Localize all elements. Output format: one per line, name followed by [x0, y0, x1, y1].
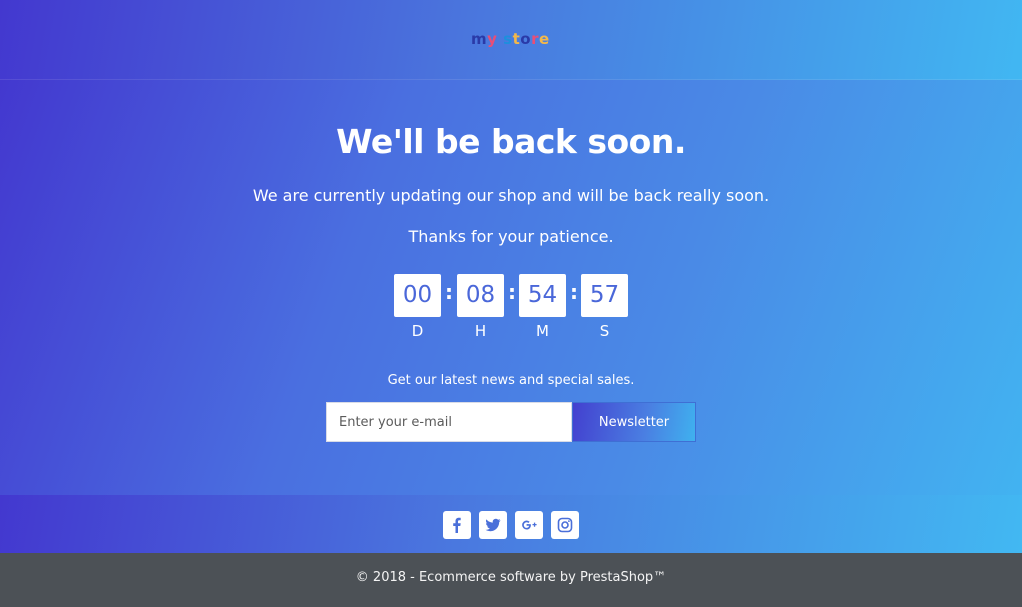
instagram-link[interactable]: [551, 511, 579, 539]
countdown-separator: :: [445, 280, 453, 304]
footer: © 2018 - Ecommerce software by PrestaSho…: [0, 553, 1022, 607]
logo-letter: y: [487, 30, 498, 48]
copyright-text: © 2018 - Ecommerce software by PrestaSho…: [355, 570, 667, 585]
countdown-hours-label: H: [474, 322, 487, 340]
page-title: We'll be back soon.: [336, 122, 686, 161]
facebook-link[interactable]: [443, 511, 471, 539]
header: my store: [0, 0, 1022, 80]
countdown-separator: :: [508, 280, 516, 304]
store-logo[interactable]: my store: [471, 29, 550, 49]
facebook-icon: [453, 517, 461, 533]
google-plus-link[interactable]: [515, 511, 543, 539]
twitter-icon: [485, 518, 501, 532]
newsletter-button[interactable]: Newsletter: [572, 402, 696, 442]
countdown-minutes: 54 M: [519, 274, 566, 340]
countdown-days-label: D: [411, 322, 424, 340]
countdown-seconds: 57 S: [581, 274, 628, 340]
countdown: 00 D : 08 H : 54 M : 57 S: [394, 274, 634, 344]
countdown-days-value: 00: [394, 274, 441, 317]
logo-letter: o: [520, 30, 532, 48]
countdown-minutes-label: M: [536, 322, 549, 340]
maintenance-main: We'll be back soon. We are currently upd…: [0, 80, 1022, 495]
countdown-days: 00 D: [394, 274, 441, 340]
logo-letter: r: [531, 30, 539, 48]
countdown-hours-value: 08: [457, 274, 504, 317]
countdown-separator: :: [570, 280, 578, 304]
social-bar: [0, 495, 1022, 553]
instagram-icon: [557, 517, 573, 533]
maintenance-message: We are currently updating our shop and w…: [252, 186, 770, 205]
countdown-seconds-value: 57: [581, 274, 628, 317]
thanks-message: Thanks for your patience.: [408, 227, 614, 246]
logo-letter: s: [503, 30, 513, 48]
countdown-seconds-label: S: [599, 322, 610, 340]
email-input[interactable]: [326, 402, 572, 442]
countdown-minutes-value: 54: [519, 274, 566, 317]
google-plus-icon: [522, 520, 537, 530]
countdown-hours: 08 H: [457, 274, 504, 340]
newsletter-form: Newsletter: [326, 402, 696, 442]
twitter-link[interactable]: [479, 511, 507, 539]
logo-letter: m: [471, 30, 488, 48]
newsletter-text: Get our latest news and special sales.: [387, 373, 635, 388]
logo-letter: t: [512, 30, 521, 48]
logo-letter: e: [538, 30, 550, 48]
